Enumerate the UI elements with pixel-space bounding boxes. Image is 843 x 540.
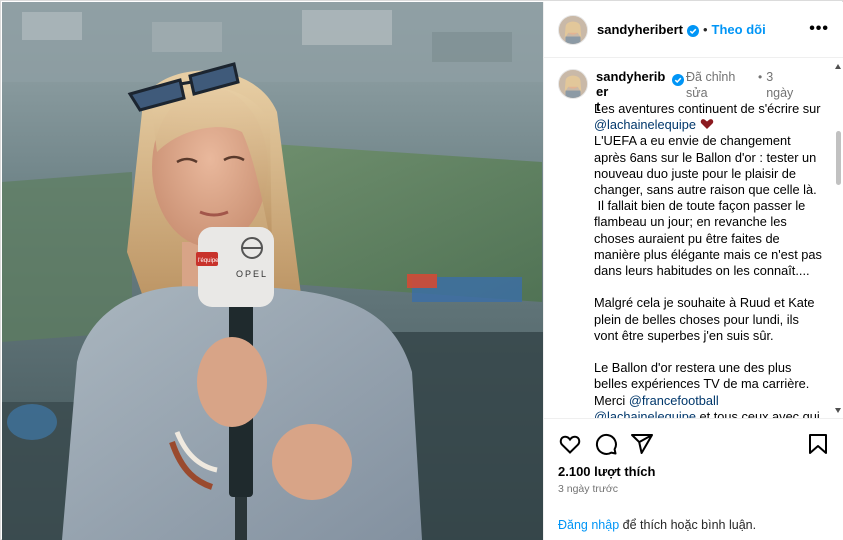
- post-side-panel: sandyheribert • Theo dõi ••• sandyheribe…: [543, 2, 843, 540]
- mic-brand: OPEL: [236, 269, 268, 279]
- caption-paragraph-1: L'UEFA a eu envie de changement après 6a…: [594, 133, 822, 279]
- share-icon[interactable]: [630, 432, 654, 456]
- time-separator: •: [758, 70, 763, 84]
- caption-paragraph-2: Malgré cela je souhaite à Ruud et Kate p…: [594, 295, 819, 343]
- header-separator: •: [702, 22, 708, 37]
- caption-username-part1: sandyheriber: [596, 69, 666, 99]
- action-bar: [558, 432, 830, 458]
- mic-flag: l'équipe: [198, 258, 219, 264]
- post-dialog: OPEL l'équipe sandyheribert • Theo dõi •…: [0, 0, 843, 540]
- login-prompt-text: để thích hoặc bình luận.: [619, 518, 757, 532]
- verified-badge-icon: [672, 73, 684, 86]
- caption-text: Les aventures continuent de s'écrire sur…: [594, 101, 826, 419]
- login-link[interactable]: Đăng nhập: [558, 518, 619, 532]
- caption-time: 3 ngày: [766, 70, 794, 100]
- mention-link[interactable]: @lachainelequipe: [594, 409, 696, 418]
- more-icon[interactable]: •••: [809, 21, 829, 37]
- post-username[interactable]: sandyheribert: [597, 22, 683, 37]
- bookmark-icon[interactable]: [806, 432, 830, 456]
- post-image: OPEL l'équipe: [2, 2, 543, 540]
- post-date[interactable]: 3 ngày trước: [558, 483, 618, 495]
- scroll-up-arrow-icon[interactable]: [835, 64, 841, 69]
- post-photo: OPEL l'équipe: [2, 2, 543, 540]
- caption-intro: Les aventures continuent de s'écrire sur: [594, 101, 825, 116]
- login-prompt: Đăng nhập để thích hoặc bình luận.: [558, 518, 756, 532]
- edited-label: Đã chỉnh sửa: [686, 70, 736, 100]
- mention-link[interactable]: @lachainelequipe: [594, 117, 696, 132]
- scroll-down-arrow-icon[interactable]: [835, 408, 841, 413]
- caption-paragraph-3-end: et tous ceux avec qui: [695, 408, 820, 419]
- comment-icon[interactable]: [594, 432, 618, 456]
- post-header: sandyheribert • Theo dõi •••: [544, 2, 843, 58]
- mention-link[interactable]: @francefootball: [629, 393, 719, 408]
- scrollbar-thumb[interactable]: [836, 131, 841, 185]
- avatar[interactable]: [558, 14, 588, 45]
- caption-avatar[interactable]: [558, 69, 588, 99]
- verified-badge-icon: [686, 24, 699, 37]
- caption-scroll-area[interactable]: sandyheriber t Đã chỉnh sửa • 3 ngày Les …: [544, 59, 843, 419]
- heart-emoji-icon: [700, 118, 714, 130]
- like-count[interactable]: 2.100 lượt thích: [558, 464, 655, 479]
- follow-button[interactable]: Theo dõi: [712, 22, 766, 37]
- heart-icon[interactable]: [558, 432, 582, 456]
